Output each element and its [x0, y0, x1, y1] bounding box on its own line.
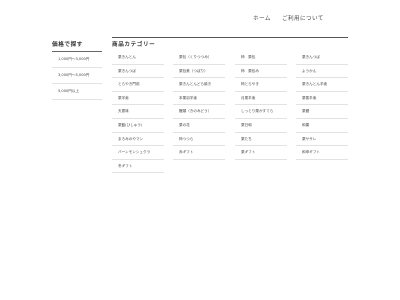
category-item[interactable]: 栗羊羹: [112, 92, 164, 106]
category-item[interactable]: 栗日和: [235, 119, 287, 133]
category-item[interactable]: 栗包（くりつつみ）: [173, 51, 225, 65]
category-item[interactable]: 本栗羽羊羹: [173, 92, 225, 106]
category-item[interactable]: 栗ササレ: [296, 133, 348, 147]
category-item[interactable]: 赤ギフト: [173, 146, 225, 160]
category-item[interactable]: 栗饅: [296, 105, 348, 119]
sidebar-price-search: 価格で探す 1,000円～3,000円 3,000円～5,000円 5,000円…: [52, 41, 102, 100]
category-item[interactable]: 栗蒸羊羹: [296, 92, 348, 106]
category-item[interactable]: 冬ギフト: [112, 160, 164, 174]
category-item[interactable]: まろみのやマン: [112, 133, 164, 147]
category-item[interactable]: 天恵味: [112, 105, 164, 119]
header-divider: [112, 37, 348, 38]
category-item[interactable]: バーンモンシュクラ: [112, 146, 164, 160]
sidebar-item-price-1[interactable]: 1,000円～3,000円: [52, 52, 102, 68]
category-item[interactable]: 栗きんつば: [112, 65, 164, 79]
category-item[interactable]: しっとり栗かすてら: [235, 105, 287, 119]
sidebar-title: 価格で探す: [52, 41, 102, 52]
category-section-title: 商品カテゴリー: [112, 42, 156, 48]
category-item[interactable]: 栗包美（つぼり）: [173, 65, 225, 79]
category-item[interactable]: 栗きんとんどら焼き: [173, 78, 225, 92]
category-item[interactable]: 栗の花: [173, 119, 225, 133]
category-item[interactable]: 栗きんつば: [296, 51, 348, 65]
category-item[interactable]: 鰻頭（きのみどう）: [173, 105, 225, 119]
category-item[interactable]: 月栗羊羹: [235, 92, 287, 106]
category-item[interactable]: 和申ギフト: [296, 146, 348, 160]
category-item[interactable]: 栗きんとん: [112, 51, 164, 65]
category-item[interactable]: 柿つつら: [173, 133, 225, 147]
sidebar-item-price-3[interactable]: 5,000円以上: [52, 84, 102, 100]
category-item[interactable]: 栗餡(ひしゅう): [112, 119, 164, 133]
nav-guide-link[interactable]: ご利用について: [282, 14, 324, 22]
category-item[interactable]: 和菓: [296, 119, 348, 133]
category-item[interactable]: 栗ギフト: [235, 146, 287, 160]
category-item[interactable]: とらやき門前: [112, 78, 164, 92]
category-item[interactable]: ようかん: [296, 65, 348, 79]
category-item[interactable]: 柿 栗包: [235, 51, 287, 65]
category-item[interactable]: 柿 栗包み: [235, 65, 287, 79]
category-item[interactable]: 柿とらやき: [235, 78, 287, 92]
category-item[interactable]: 栗たち: [235, 133, 287, 147]
category-section: 商品カテゴリー 栗きんとん 栗包（くりつつみ）柿 栗包 栗きんつば 栗きんつば 栗包美（…: [112, 41, 348, 174]
category-item[interactable]: 栗きんとん羊羹: [296, 78, 348, 92]
sidebar-item-price-2[interactable]: 3,000円～5,000円: [52, 68, 102, 84]
nav-home-link[interactable]: ホーム: [253, 14, 271, 22]
